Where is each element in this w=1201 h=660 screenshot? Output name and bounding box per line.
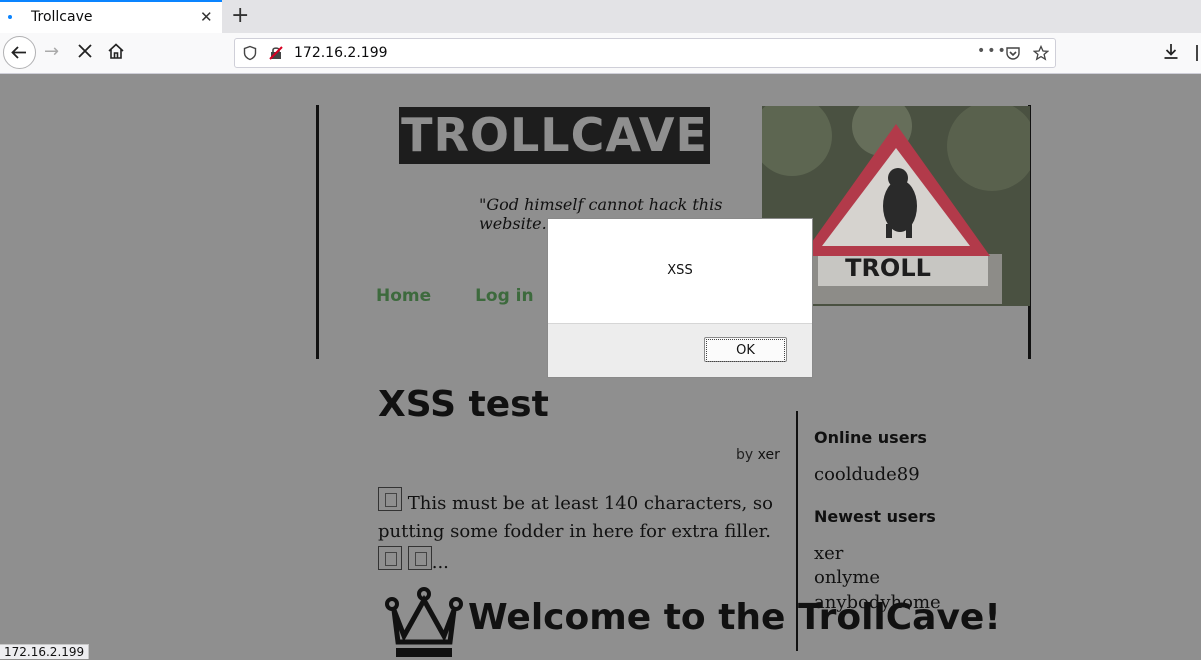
- site-nav: Home Log in: [376, 286, 572, 306]
- post-title[interactable]: XSS test: [378, 384, 549, 425]
- newest-user-link[interactable]: xer: [814, 542, 843, 566]
- crown-icon: [385, 587, 463, 657]
- byline-prefix: by: [736, 447, 754, 463]
- post-body-ellipsis: ...: [431, 552, 449, 573]
- pocket-icon[interactable]: [1005, 45, 1021, 61]
- nav-home-link[interactable]: Home: [376, 286, 431, 306]
- troll-sign-text: TROLL: [845, 254, 931, 282]
- online-user-link[interactable]: cooldude89: [814, 463, 920, 487]
- alert-message: XSS: [667, 263, 693, 278]
- broken-image-icon: [378, 487, 402, 511]
- loading-indicator-icon: [8, 15, 12, 19]
- close-tab-icon[interactable]: ✕: [200, 8, 213, 26]
- tab-title: Trollcave: [31, 9, 93, 25]
- alert-dialog: XSS OK: [547, 218, 813, 378]
- navigation-toolbar: → 172.16.2.199 •••: [0, 33, 1201, 74]
- downloads-icon[interactable]: [1162, 42, 1180, 60]
- back-arrow-icon: [11, 46, 26, 59]
- forward-button[interactable]: →: [44, 41, 59, 62]
- insecure-lock-icon[interactable]: [268, 45, 284, 61]
- alert-footer: OK: [548, 323, 812, 377]
- url-bar[interactable]: 172.16.2.199 •••: [234, 38, 1056, 68]
- browser-tab[interactable]: Trollcave ✕: [0, 0, 222, 33]
- newest-users-heading: Newest users: [814, 507, 936, 526]
- newest-user-link[interactable]: onlyme: [814, 566, 880, 590]
- url-text[interactable]: 172.16.2.199: [294, 45, 388, 61]
- home-icon[interactable]: [107, 42, 125, 60]
- header-left-border: [316, 105, 319, 359]
- post-byline: by xer: [736, 447, 780, 463]
- ok-button-label: OK: [706, 339, 785, 362]
- tracking-shield-icon[interactable]: [242, 45, 258, 61]
- post-body-text: This must be at least 140 characters, so…: [378, 493, 773, 542]
- newest-user-link[interactable]: anybodyhome: [814, 591, 941, 615]
- broken-image-icon: [378, 546, 402, 570]
- stop-loading-icon[interactable]: [76, 42, 94, 60]
- post-author-link[interactable]: xer: [758, 447, 780, 463]
- sidebar-border: [796, 411, 798, 651]
- back-button[interactable]: [3, 36, 36, 69]
- online-users-heading: Online users: [814, 428, 927, 447]
- bookmark-star-icon[interactable]: [1033, 45, 1049, 61]
- tab-bar: Trollcave ✕ +: [0, 0, 1201, 33]
- site-logo[interactable]: TROLLCAVE: [399, 107, 710, 164]
- library-icon[interactable]: [1196, 45, 1198, 61]
- broken-image-icon: [407, 546, 432, 570]
- nav-login-link[interactable]: Log in: [475, 286, 534, 306]
- new-tab-button[interactable]: +: [231, 3, 249, 28]
- post-body: This must be at least 140 characters, so…: [378, 487, 783, 577]
- status-bar: 172.16.2.199: [0, 644, 90, 659]
- ok-button[interactable]: OK: [704, 337, 787, 362]
- page-actions-menu-icon[interactable]: •••: [977, 43, 1008, 59]
